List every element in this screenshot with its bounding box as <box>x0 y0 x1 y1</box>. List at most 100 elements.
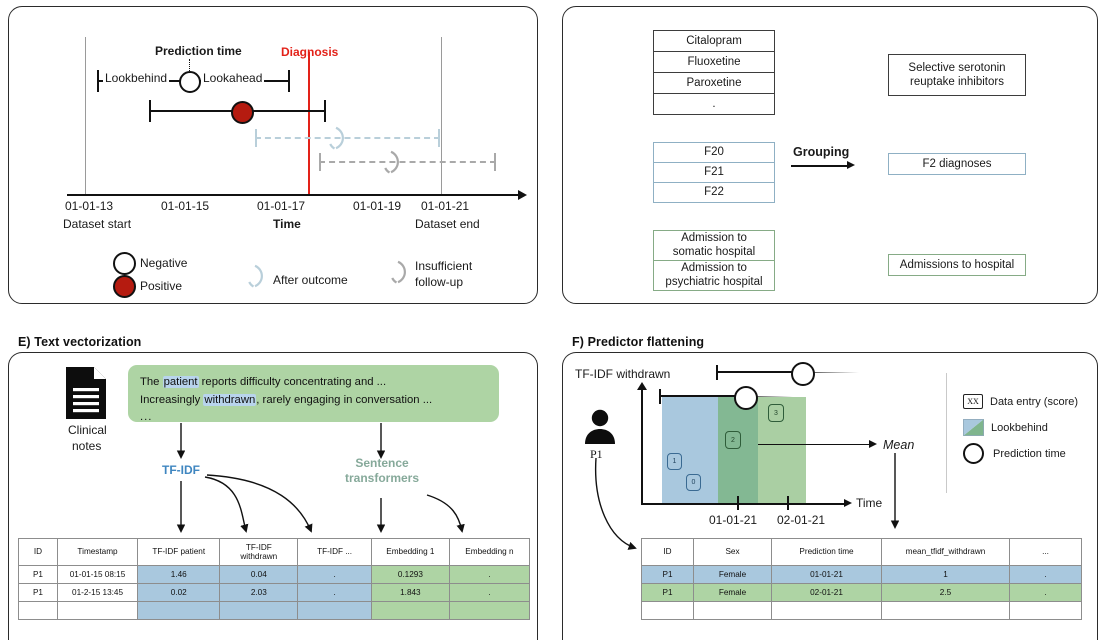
negative-prediction-marker <box>179 71 201 93</box>
fcell-mean-value: 1 <box>881 565 1010 584</box>
positive-outcome-marker <box>231 101 254 124</box>
group-target-f2: F2 diagnoses <box>888 153 1026 175</box>
th-tfidf-ellipsis: TF-IDF ... <box>297 538 372 566</box>
axis-tick-4: 01-01-21 <box>421 199 470 213</box>
legend-insufficient-label-2: follow-up <box>415 275 464 289</box>
fth-id: ID <box>641 538 694 566</box>
cell-blank <box>448 601 531 620</box>
dataset-end-line <box>441 37 443 195</box>
time-axis <box>67 194 520 196</box>
lookbehind-swatch-icon <box>963 419 984 436</box>
cell-embedding-1: 0.1293 <box>370 565 450 584</box>
fcell-sex: Female <box>693 583 772 602</box>
f-legend-prediction-time: Prediction time <box>963 443 1066 464</box>
lookbehind-label: Lookbehind <box>103 71 170 85</box>
cell-blank <box>137 601 221 620</box>
legend-insufficient-label-1: Insufficient <box>415 259 473 273</box>
row4-right-cap <box>494 153 496 171</box>
table-row-partial <box>18 601 531 620</box>
panel-predictor-flattening: TF-IDF withdrawn P1 Time 01-01-21 02-01-… <box>562 352 1098 640</box>
cell-embedding-n: . <box>448 565 531 584</box>
cell-tfidf-ellipsis: . <box>297 583 372 602</box>
th-id: ID <box>18 538 58 566</box>
legend-negative-marker <box>113 252 136 275</box>
cell-blank <box>219 601 299 620</box>
fth-ellipsis: ... <box>1009 538 1082 566</box>
table-row: P1 Female 01-01-21 1 . <box>641 565 1082 584</box>
axis-tick-2: 01-01-17 <box>257 199 306 213</box>
legend-insufficient-icon <box>391 260 406 284</box>
admission-psych-line2: psychiatric hospital <box>665 275 763 288</box>
fcell-prediction-time: 01-01-21 <box>771 565 882 584</box>
th-tfidf-withdrawn-l1: TF-IDF <box>245 542 272 552</box>
method-tfidf-label: TF-IDF <box>162 463 200 477</box>
group-source-ellipsis-1: . <box>653 93 775 115</box>
legend-after-outcome-label: After outcome <box>273 273 348 287</box>
diagnosis-label: Diagnosis <box>281 45 339 59</box>
panel-f-title: F) Predictor flattening <box>572 335 705 349</box>
th-embedding-1: Embedding 1 <box>370 538 450 566</box>
fcell-id: P1 <box>641 583 694 602</box>
dataset-start-line <box>85 37 87 195</box>
cell-blank <box>56 601 139 620</box>
table-header-row: ID Timestamp TF-IDF patient TF-IDF withd… <box>18 538 531 566</box>
row2-right-cap <box>324 100 326 122</box>
th-tfidf-patient: TF-IDF patient <box>137 538 221 566</box>
axis-tick-3: 01-01-19 <box>353 199 402 213</box>
legend-lookbehind-label: Lookbehind <box>991 421 1048 434</box>
table-header-row: ID Sex Prediction time mean_tfidf_withdr… <box>641 538 1082 566</box>
dataset-end-label: Dataset end <box>415 217 480 231</box>
fth-mean-tfidf-withdrawn: mean_tfidf_withdrawn <box>881 538 1010 566</box>
cell-tfidf-withdrawn: 2.03 <box>219 583 299 602</box>
cell-blank <box>297 601 372 620</box>
flattened-table: ID Sex Prediction time mean_tfidf_withdr… <box>641 538 1082 620</box>
lookahead-label: Lookahead <box>201 71 265 85</box>
admission-somatic-line1: Admission to <box>681 231 747 244</box>
f-legend-data-entry: XX Data entry (score) <box>963 394 1078 409</box>
time-axis-arrow <box>518 190 527 200</box>
cell-embedding-n: . <box>448 583 531 602</box>
cell-id: P1 <box>18 583 58 602</box>
axis-tick-0: 01-01-13 <box>65 199 114 213</box>
fcell-blank <box>1009 601 1082 620</box>
axis-tick-1: 01-01-15 <box>161 199 210 213</box>
table-row-partial <box>641 601 1082 620</box>
cell-tfidf-withdrawn: 0.04 <box>219 565 299 584</box>
grouping-arrow-shaft <box>791 165 848 167</box>
admission-somatic-line2: somatic hospital <box>672 245 756 258</box>
legend-positive-label: Positive <box>140 279 183 293</box>
after-outcome-arc <box>329 126 344 150</box>
fcell-sex: Female <box>693 565 772 584</box>
group-source-fluoxetine: Fluoxetine <box>653 51 775 73</box>
group-source-citalopram: Citalopram <box>653 30 775 52</box>
th-embedding-n: Embedding n <box>448 538 531 566</box>
panel-text-vectorization: Clinical notes The patient reports diffi… <box>8 352 538 640</box>
group-target-ssri-line1: Selective serotonin <box>908 61 1006 74</box>
insufficient-followup-arc <box>384 150 399 174</box>
admission-psych-line1: Admission to <box>681 261 747 274</box>
grouping-operation-label: Grouping <box>793 145 850 159</box>
cell-timestamp: 01-2-15 13:45 <box>56 583 139 602</box>
table-row: P1 01-01-15 08:15 1.46 0.04 . 0.1293 . <box>18 565 531 584</box>
group-source-f20: F20 <box>653 142 775 163</box>
f-legend-lookbehind: Lookbehind <box>963 419 1048 436</box>
legend-data-entry-label: Data entry (score) <box>990 395 1079 408</box>
fth-sex: Sex <box>693 538 772 566</box>
fcell-blank <box>641 601 694 620</box>
group-target-admissions: Admissions to hospital <box>888 254 1026 276</box>
cell-blank <box>18 601 58 620</box>
panel-e-title: E) Text vectorization <box>18 335 142 349</box>
panel-cohort-timeline: Prediction time Diagnosis Lookbehind Loo… <box>8 6 538 304</box>
fth-prediction-time: Prediction time <box>771 538 882 566</box>
fcell-blank <box>771 601 882 620</box>
grouping-arrow-head <box>847 161 855 169</box>
group-source-admission-psychiatric: Admission to psychiatric hospital <box>653 260 775 291</box>
group-target-ssri-line2: reuptake inhibitors <box>910 76 1004 88</box>
row3-right-cap <box>438 129 440 147</box>
cell-timestamp: 01-01-15 08:15 <box>56 565 139 584</box>
st-line2: transformers <box>344 471 420 485</box>
table-row: P1 Female 02-01-21 2.5 . <box>641 583 1082 602</box>
group-source-f21: F21 <box>653 162 775 183</box>
cell-embedding-1: 1.843 <box>370 583 450 602</box>
vectorization-table: ID Timestamp TF-IDF patient TF-IDF withd… <box>18 538 531 620</box>
